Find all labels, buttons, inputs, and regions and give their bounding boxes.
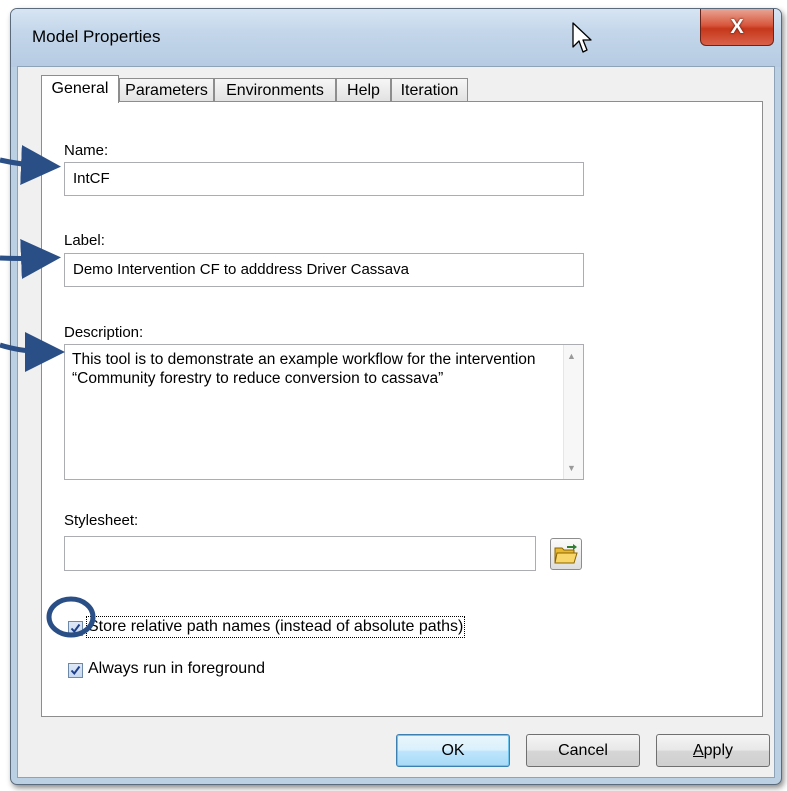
annotation-arrow-name <box>0 144 61 185</box>
tab-general-label: General <box>51 80 109 97</box>
annotation-arrow-description <box>0 331 65 372</box>
annotation-circle-checkbox <box>46 596 96 638</box>
annotation-overlay <box>0 144 96 638</box>
annotation-arrow-label <box>0 239 61 280</box>
tab-general[interactable]: General <box>41 75 119 103</box>
